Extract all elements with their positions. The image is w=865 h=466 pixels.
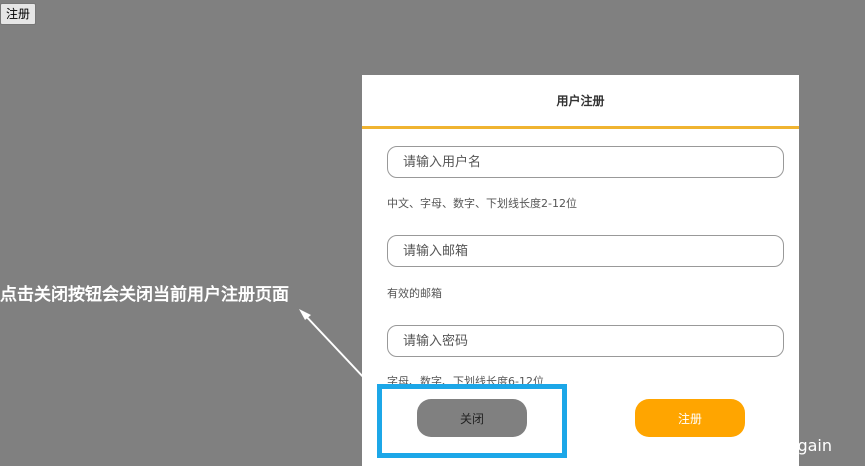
watermark: CSDN @Insomnia_again — [640, 436, 833, 455]
open-register-button[interactable]: 注册 — [0, 3, 37, 25]
register-button[interactable]: 注册 — [635, 399, 745, 437]
dialog-header: 用户注册 — [362, 75, 799, 129]
password-input[interactable] — [387, 325, 784, 357]
password-hint: 字母、数字、下划线长度6-12位 — [387, 375, 544, 388]
dialog-title: 用户注册 — [556, 94, 605, 108]
username-input[interactable] — [387, 146, 784, 178]
email-hint: 有效的邮箱 — [387, 287, 442, 300]
register-dialog: 用户注册 中文、字母、数字、下划线长度2-12位 有效的邮箱 字母、数字、下划线… — [362, 75, 799, 466]
close-button[interactable]: 关闭 — [417, 399, 527, 437]
username-hint: 中文、字母、数字、下划线长度2-12位 — [387, 197, 577, 210]
email-input[interactable] — [387, 235, 784, 267]
annotation-text: 点击关闭按钮会关闭当前用户注册页面 — [0, 285, 289, 305]
